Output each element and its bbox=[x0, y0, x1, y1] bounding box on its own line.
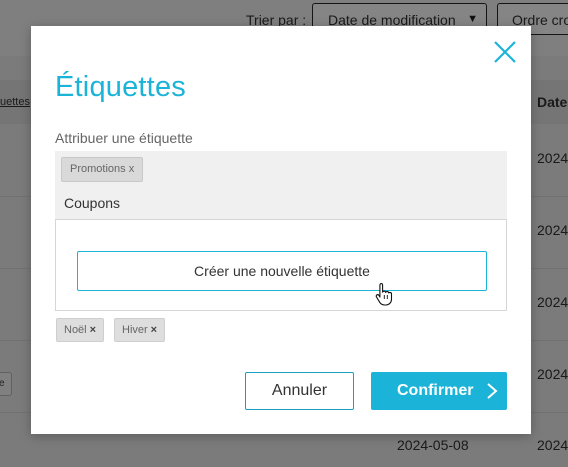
chevron-right-icon bbox=[487, 383, 498, 399]
tag-suggestion-dropdown: Créer une nouvelle étiquette bbox=[55, 219, 507, 311]
suggested-tag-noel[interactable]: Noël × bbox=[56, 318, 105, 342]
remove-tag-icon[interactable]: × bbox=[90, 324, 96, 336]
remove-tag-icon[interactable]: × bbox=[151, 324, 157, 336]
create-tag-button[interactable]: Créer une nouvelle étiquette bbox=[77, 251, 487, 291]
assign-tag-label: Attribuer une étiquette bbox=[55, 130, 193, 146]
tag-input-box[interactable]: Promotions x bbox=[55, 151, 507, 219]
confirm-button-label: Confirmer bbox=[397, 382, 474, 399]
suggested-tag-label: Noël bbox=[64, 324, 87, 336]
confirm-button[interactable]: Confirmer bbox=[371, 372, 507, 410]
hand-cursor-icon bbox=[375, 282, 393, 306]
cancel-button[interactable]: Annuler bbox=[245, 372, 354, 410]
suggested-tag-hiver[interactable]: Hiver × bbox=[114, 318, 166, 342]
close-button[interactable] bbox=[491, 38, 519, 66]
close-icon bbox=[494, 41, 516, 63]
tags-modal: Étiquettes Attribuer une étiquette Promo… bbox=[31, 26, 531, 434]
modal-title: Étiquettes bbox=[55, 71, 186, 103]
tag-search-input[interactable] bbox=[55, 189, 507, 217]
suggested-tag-label: Hiver bbox=[122, 324, 148, 336]
selected-tag-chip[interactable]: Promotions x bbox=[61, 157, 144, 182]
